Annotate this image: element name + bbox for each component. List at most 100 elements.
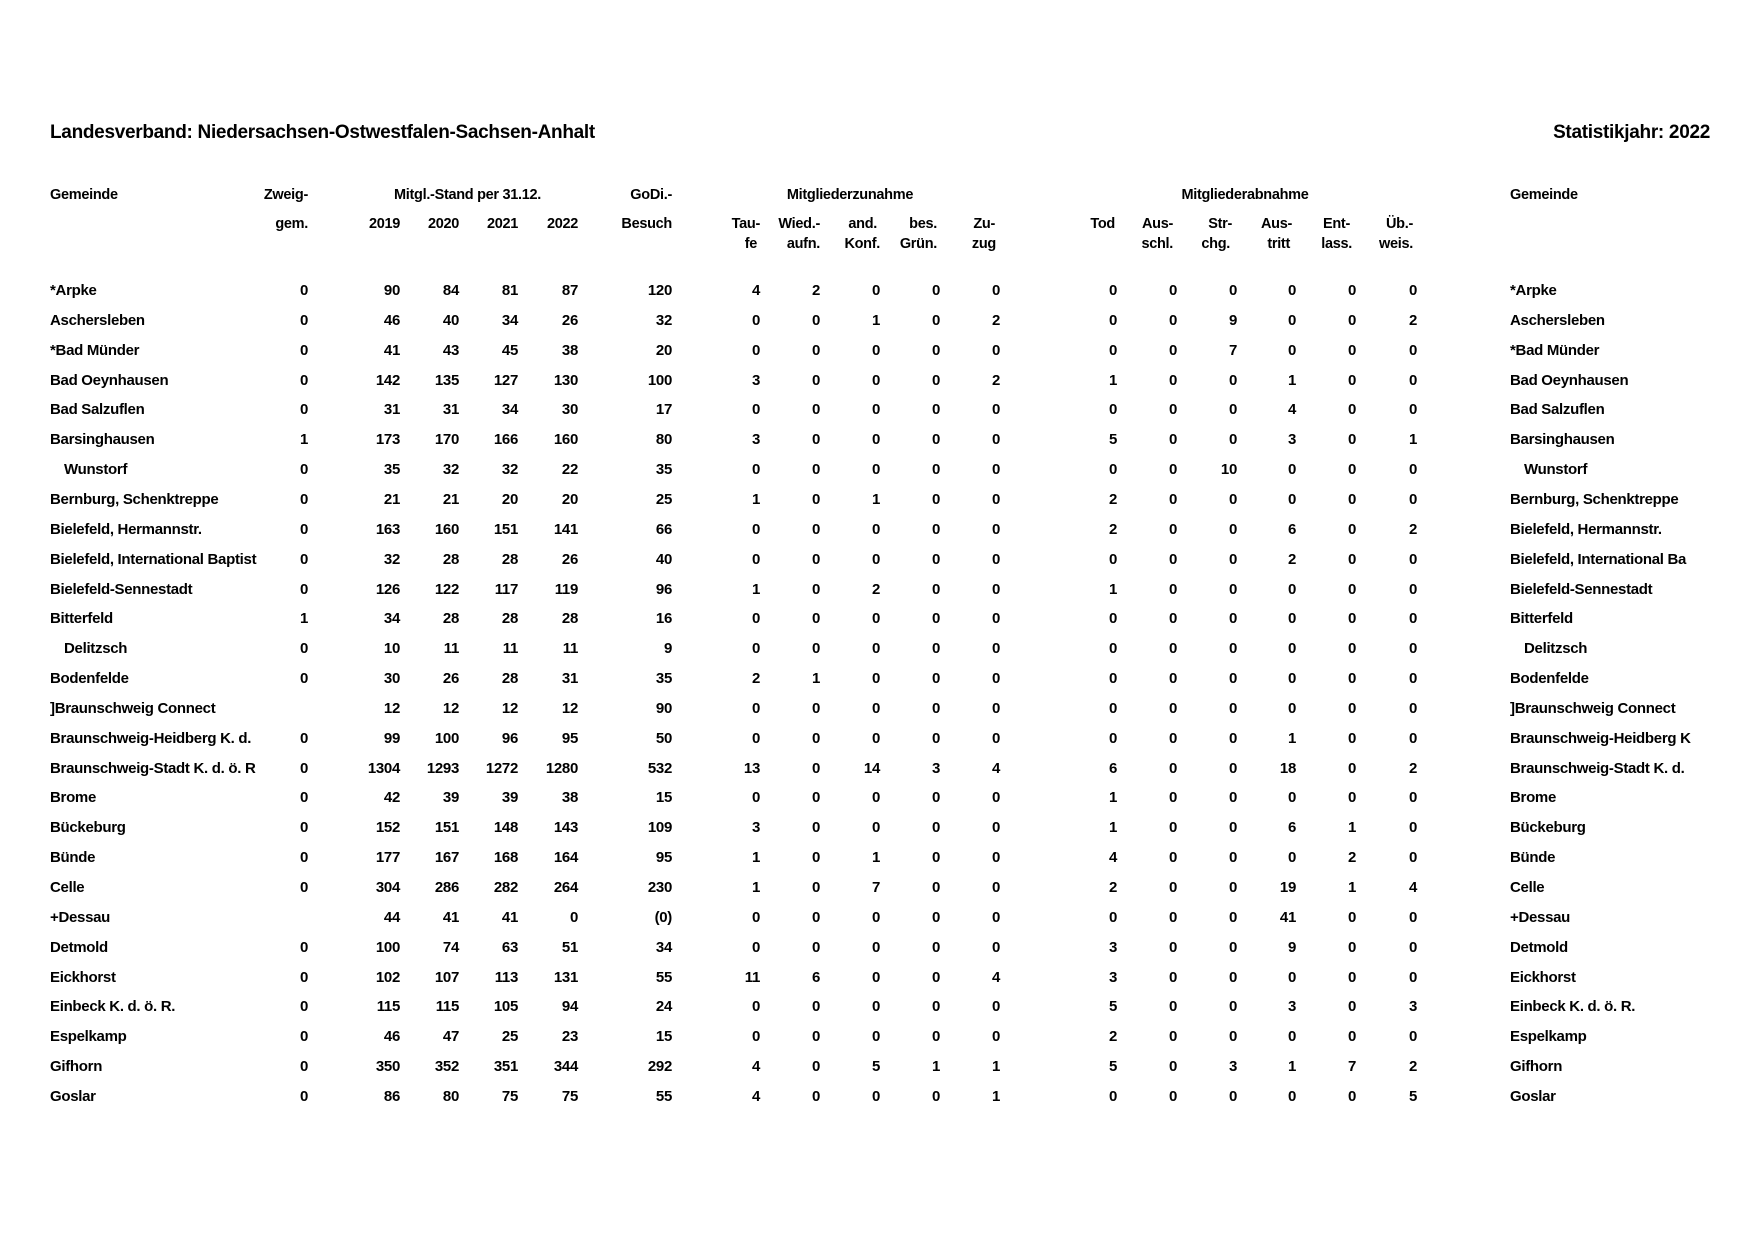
cell-bes: 0 [931,699,940,717]
gemeinde-name-right: Bodenfelde [1510,670,1589,688]
cell-y2019: 21 [383,490,400,508]
col-header-2022: 2022 [546,216,578,232]
cell-taufe: 0 [751,789,760,807]
cell-andkonf: 7 [871,879,880,896]
gemeinde-name-right: Barsinghausen [1510,431,1615,449]
table-row: Braunschweig-Heidberg K. d. 0 99 100 96 95 50 0… [0,730,1755,760]
cell-ubweis: 2 [1408,311,1417,329]
cell-zweig: 0 [299,640,308,658]
cell-wied: 2 [811,282,820,299]
cell-ausschl: 0 [1168,968,1177,986]
cell-wied: 0 [811,490,820,508]
cell-zweig: 0 [299,819,308,837]
cell-ausschl: 0 [1168,520,1177,538]
cell-ubweis: 0 [1408,789,1417,807]
cell-taufe: 0 [751,461,760,479]
cell-wied: 1 [811,670,820,688]
cell-bes: 0 [931,610,940,628]
cell-zuzug: 0 [991,550,1000,568]
cell-ausschl: 0 [1168,282,1177,299]
cell-zweig: 0 [299,849,308,867]
col-header-godi-2: Besuch [621,216,672,232]
gemeinde-name-right: Aschersleben [1510,311,1605,329]
cell-wied: 0 [811,759,820,777]
cell-y2019: 31 [383,401,400,419]
gemeinde-name: ]Braunschweig Connect [50,699,216,717]
cell-y2019: 46 [383,311,400,329]
cell-strchg: 0 [1228,520,1237,538]
cell-ausschl: 0 [1168,1087,1177,1105]
cell-andkonf: 0 [871,998,880,1016]
cell-austritt: 0 [1287,1028,1296,1046]
cell-y2021: 105 [493,998,518,1016]
cell-godi: 66 [655,520,672,538]
cell-wied: 0 [811,1058,820,1076]
cell-y2022: 75 [561,1087,578,1105]
cell-taufe: 1 [751,580,760,598]
col-header-wied: Wied.- [778,216,820,232]
cell-bes: 0 [931,879,940,896]
cell-ubweis: 2 [1408,1058,1417,1076]
cell-andkonf: 0 [871,819,880,837]
cell-austritt: 4 [1287,401,1296,419]
cell-y2019: 35 [383,461,400,479]
gemeinde-name-right: Bünde [1510,849,1556,867]
cell-y2020: 160 [434,520,459,538]
cell-y2022: 12 [561,699,578,717]
cell-y2019: 163 [375,520,400,538]
cell-taufe: 0 [751,341,760,359]
cell-y2022: 264 [553,879,578,896]
cell-ausschl: 0 [1168,580,1177,598]
cell-y2020: 107 [434,968,459,986]
gemeinde-name: Bielefeld, International Baptist [50,550,257,568]
cell-andkonf: 0 [871,640,880,658]
cell-ubweis: 0 [1408,371,1417,389]
cell-andkonf: 2 [871,580,880,598]
cell-wied: 0 [811,729,820,747]
cell-ubweis: 5 [1408,1087,1417,1105]
cell-ausschl: 0 [1168,699,1177,717]
cell-y2020: 170 [434,431,459,449]
cell-andkonf: 0 [871,938,880,956]
cell-andkonf: 14 [863,759,880,777]
cell-zweig: 0 [299,759,308,777]
cell-austritt: 0 [1287,490,1296,508]
col-header-2019: 2019 [368,216,400,232]
cell-ubweis: 0 [1408,640,1417,658]
cell-wied: 0 [811,1087,820,1105]
cell-austritt: 0 [1287,341,1296,359]
gemeinde-name: Bernburg, Schenktreppe [50,490,219,508]
cell-entlass: 0 [1347,699,1356,717]
col-header-and: and. [848,216,877,232]
cell-y2022: 26 [561,550,578,568]
cell-zuzug: 4 [991,968,1000,986]
cell-taufe: 0 [751,938,760,956]
gemeinde-name: Bad Salzuflen [50,401,145,419]
cell-y2019: 90 [383,282,400,299]
cell-entlass: 0 [1347,371,1356,389]
cell-austritt: 0 [1287,968,1296,986]
table-row: Celle 0 304 286 282 264 230 1 0 7 0 0 2 0 0 19 1 4 Celle [0,879,1755,909]
cell-godi: 292 [647,1058,672,1076]
cell-wied: 0 [811,580,820,598]
gemeinde-name: Aschersleben [50,311,145,329]
cell-andkonf: 0 [871,789,880,807]
cell-zuzug: 0 [991,849,1000,867]
cell-entlass: 2 [1347,849,1356,867]
cell-taufe: 4 [751,1087,760,1105]
cell-y2021: 32 [501,461,518,479]
cell-godi: 50 [655,729,672,747]
gemeinde-name: Bückeburg [50,819,126,837]
cell-godi: 90 [655,699,672,717]
gemeinde-name-right: *Arpke [1510,282,1557,299]
cell-ubweis: 0 [1408,341,1417,359]
cell-wied: 6 [811,968,820,986]
cell-entlass: 0 [1347,670,1356,688]
cell-zweig: 0 [299,461,308,479]
cell-bes: 0 [931,968,940,986]
cell-y2019: 10 [383,640,400,658]
cell-andkonf: 0 [871,699,880,717]
cell-y2022: 23 [561,1028,578,1046]
cell-zuzug: 0 [991,341,1000,359]
cell-taufe: 3 [751,371,760,389]
